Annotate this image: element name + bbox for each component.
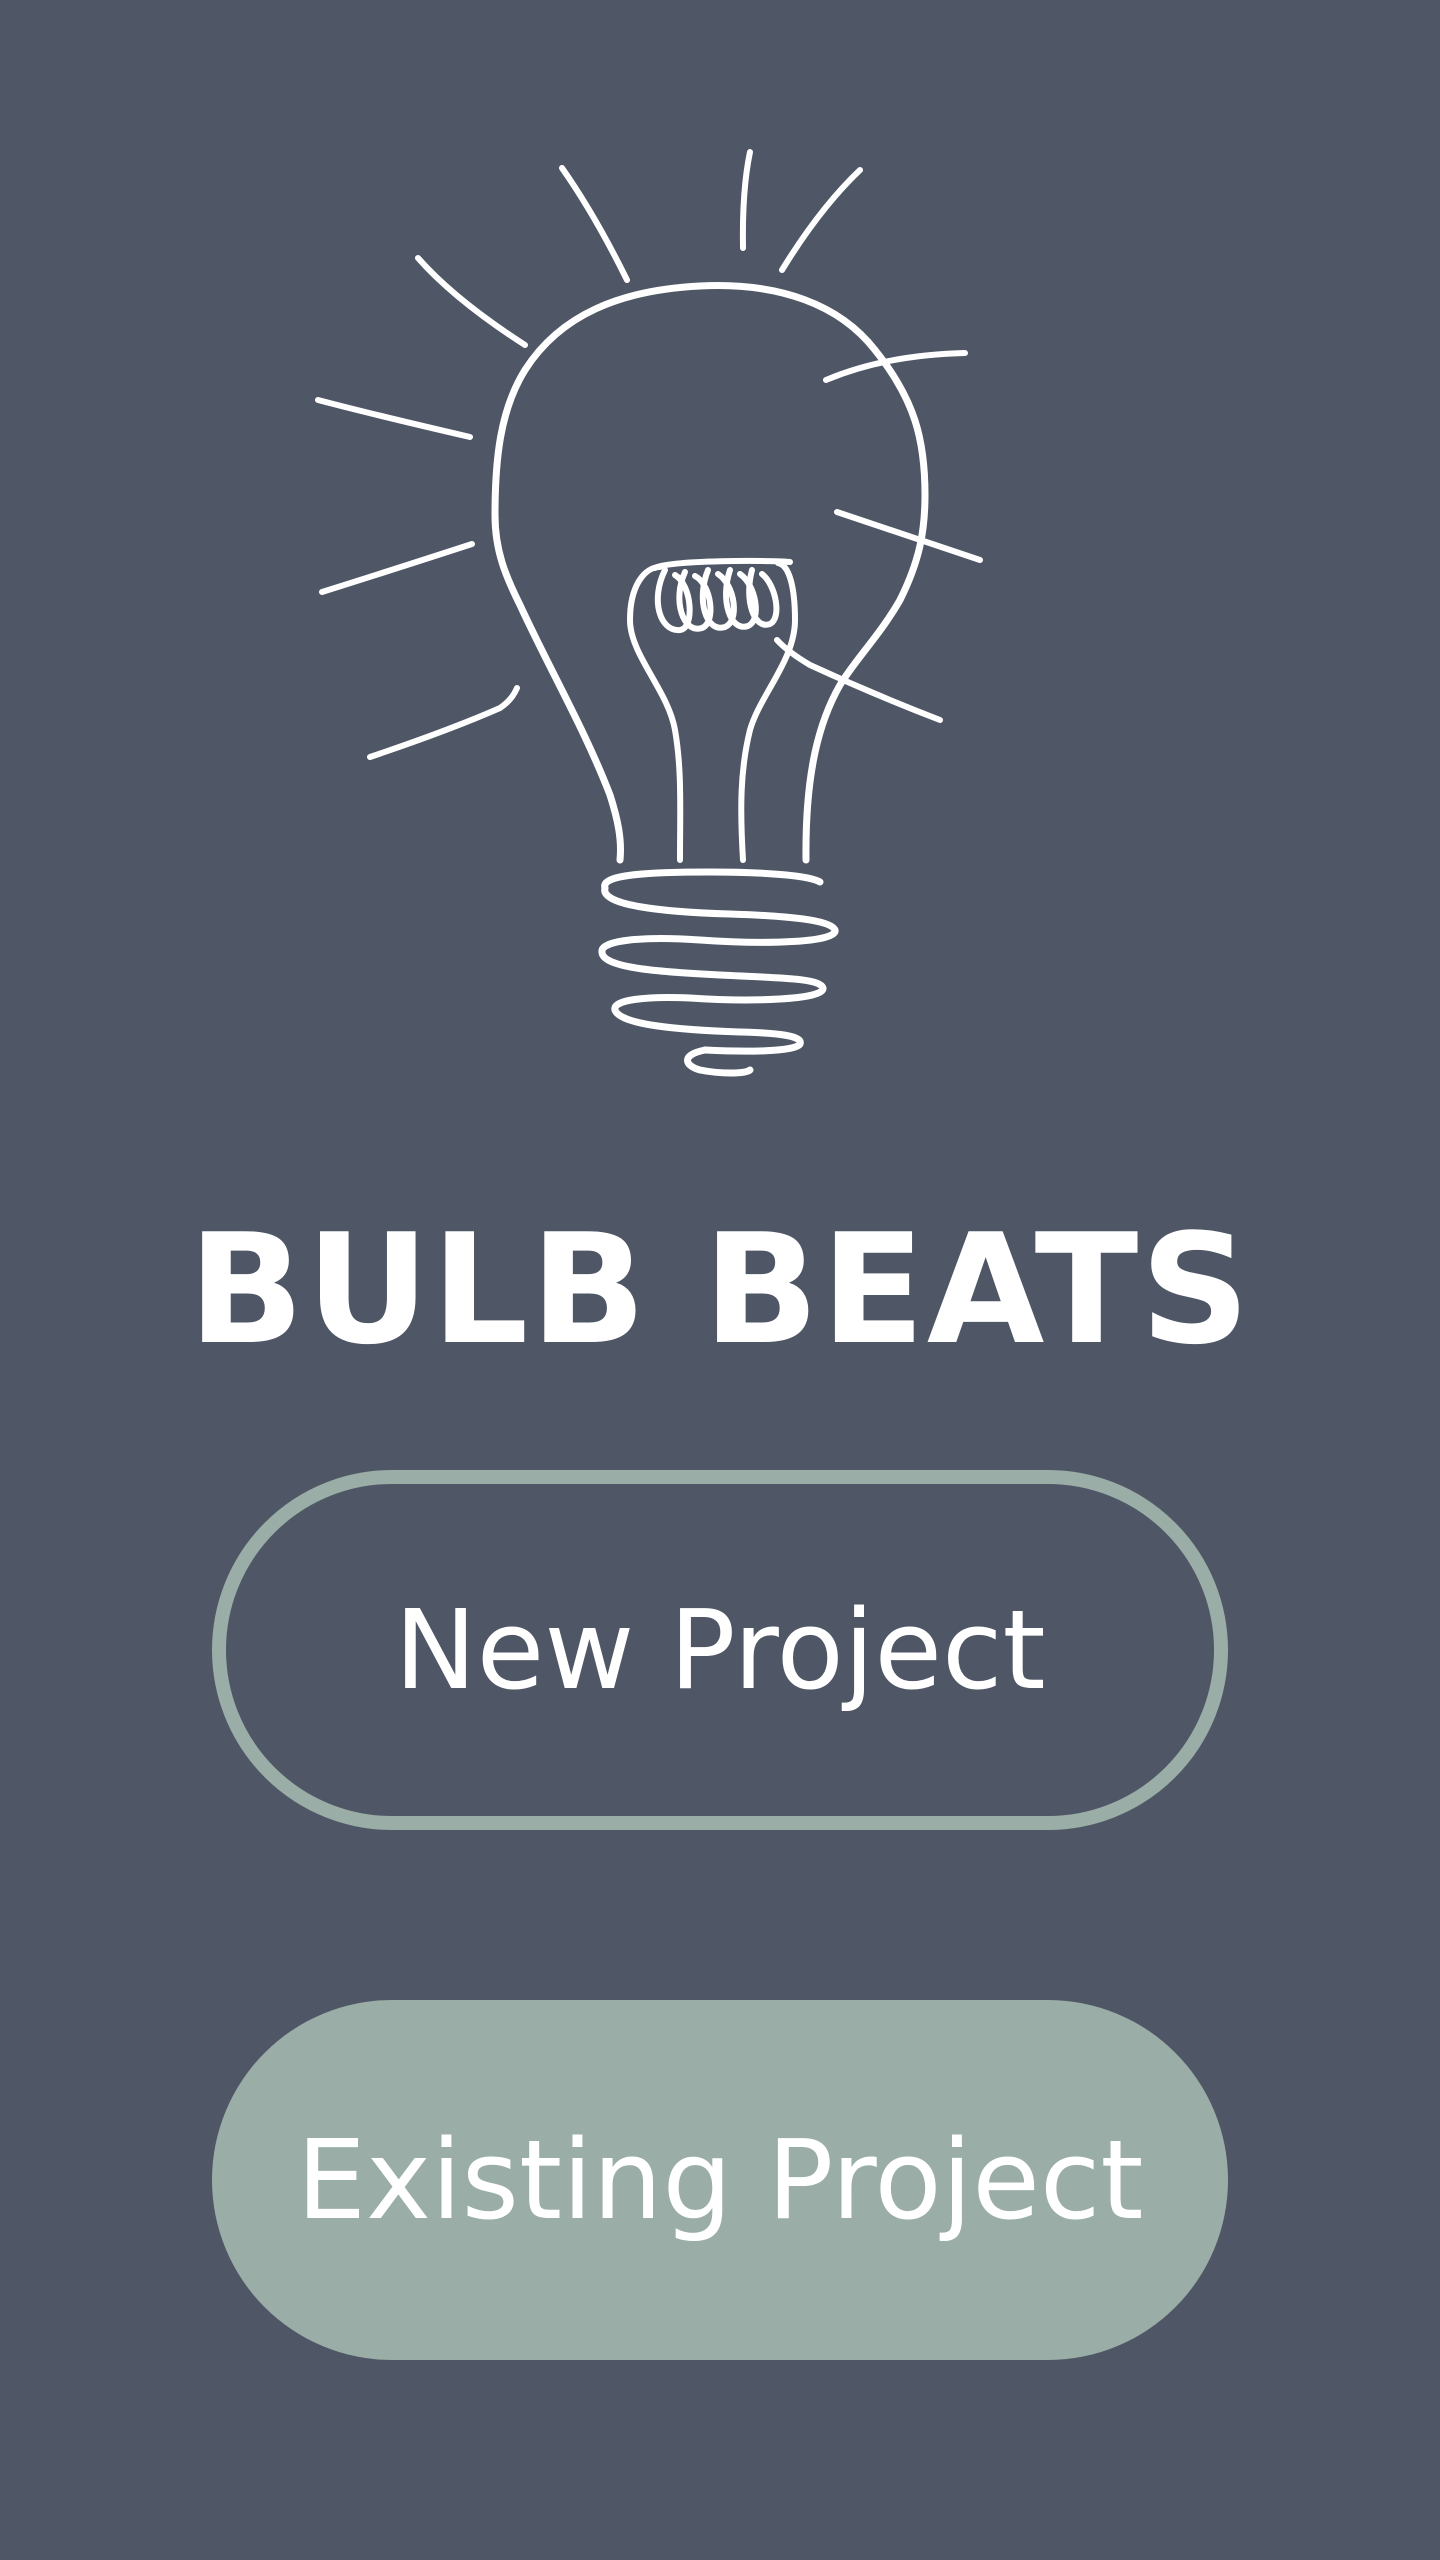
bulb-base	[598, 868, 839, 1077]
new-project-button[interactable]: New Project	[212, 1470, 1228, 1830]
filament	[627, 557, 798, 863]
new-project-label: New Project	[394, 1586, 1046, 1714]
existing-project-label: Existing Project	[296, 2116, 1144, 2244]
existing-project-button[interactable]: Existing Project	[212, 2000, 1228, 2360]
lightbulb-icon	[315, 149, 983, 1077]
app-title: BULB BEATS	[188, 1201, 1252, 1378]
